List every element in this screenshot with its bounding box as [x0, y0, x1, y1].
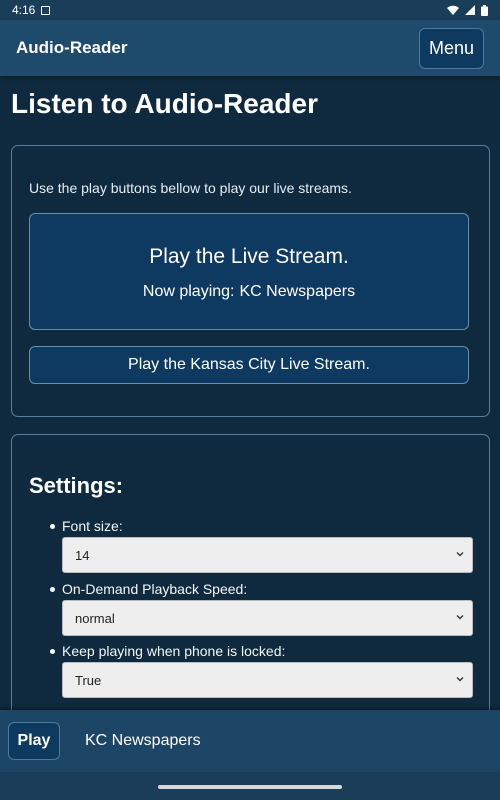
setting-label: Font size:	[50, 518, 473, 534]
app-title: Audio-Reader	[16, 38, 128, 57]
menu-button[interactable]: Menu	[419, 27, 484, 69]
chevron-down-icon	[456, 615, 464, 620]
app-bar: Audio-Reader Menu	[0, 20, 500, 76]
notification-icon	[41, 5, 51, 15]
streams-card: Use the play buttons bellow to play our …	[11, 145, 490, 417]
page-title: Listen to Audio-Reader	[11, 88, 318, 119]
chevron-down-icon	[456, 552, 464, 557]
player-bar: Play KC Newspapers	[0, 710, 500, 772]
setting-label: On-Demand Playback Speed:	[50, 581, 473, 597]
now-playing-text: Now playing: KC Newspapers	[143, 283, 355, 301]
play-kansas-city-stream-button[interactable]: Play the Kansas City Live Stream.	[29, 346, 469, 384]
streams-intro: Use the play buttons bellow to play our …	[29, 180, 352, 196]
keep-playing-select[interactable]: True	[62, 662, 473, 698]
wifi-icon	[447, 5, 459, 15]
select-value: True	[75, 672, 102, 688]
font-size-select[interactable]: 14	[62, 537, 473, 573]
settings-title: Settings:	[29, 473, 124, 498]
setting-label: Keep playing when phone is locked:	[50, 643, 473, 659]
player-now-playing: KC Newspapers	[85, 732, 201, 749]
play-live-stream-button[interactable]: Play the Live Stream. Now playing: KC Ne…	[29, 213, 469, 330]
select-value: 14	[75, 547, 90, 563]
status-time: 4:16	[12, 3, 36, 17]
setting-playback-speed: On-Demand Playback Speed: normal	[50, 581, 473, 636]
battery-icon	[481, 4, 488, 16]
chevron-down-icon	[456, 677, 464, 682]
setting-font-size: Font size: 14	[50, 518, 473, 573]
status-bar: 4:16	[0, 0, 500, 20]
setting-keep-playing: Keep playing when phone is locked: True	[50, 643, 473, 698]
signal-icon	[465, 5, 475, 15]
select-value: normal	[75, 610, 115, 626]
now-playing-value: KC Newspapers	[239, 282, 356, 300]
settings-card: Settings: Font size: 14 On-Demand Playba…	[11, 434, 490, 734]
gesture-handle[interactable]	[158, 785, 342, 789]
live-stream-label: Play the Live Stream.	[149, 244, 349, 268]
playback-speed-select[interactable]: normal	[62, 600, 473, 636]
system-nav-bar	[0, 772, 500, 800]
now-playing-prefix: Now playing:	[142, 282, 235, 300]
play-button[interactable]: Play	[8, 722, 60, 760]
